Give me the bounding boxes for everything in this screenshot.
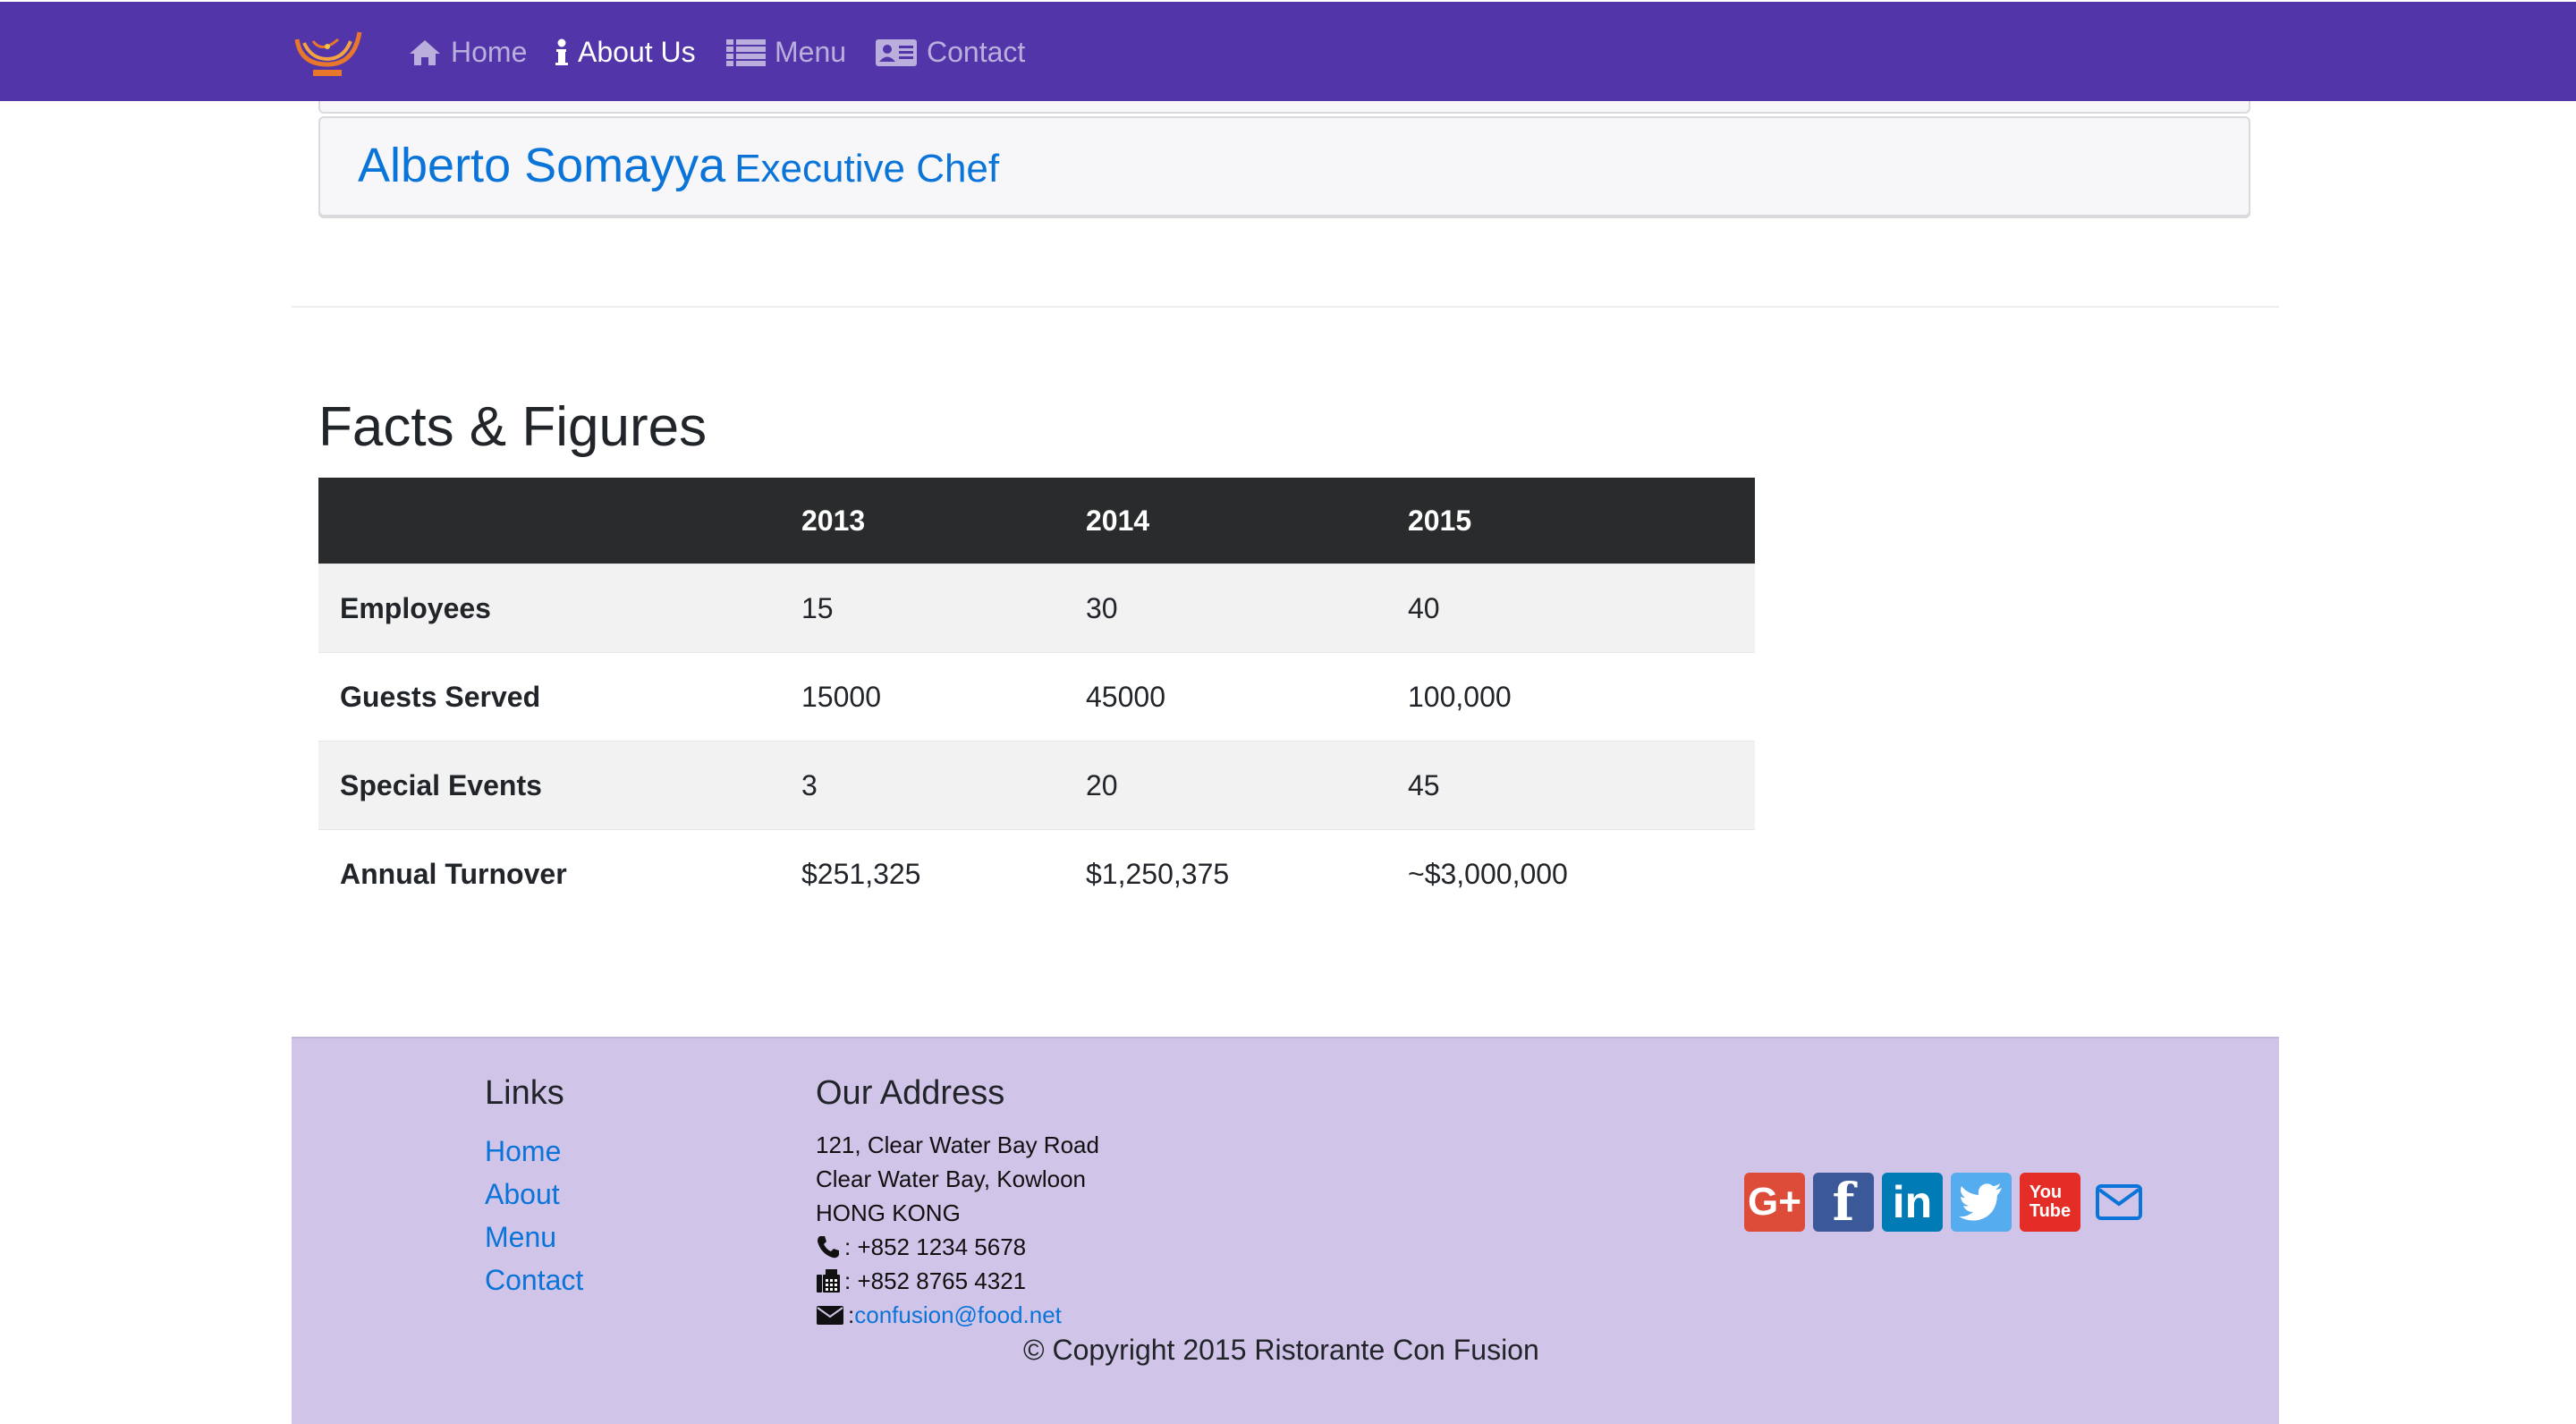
home-icon bbox=[410, 39, 440, 65]
row-label: Guests Served bbox=[318, 652, 780, 742]
table-cell: 15 bbox=[780, 564, 1064, 653]
twitter-icon bbox=[1959, 1183, 2002, 1221]
table-row: Special Events 3 20 45 bbox=[318, 741, 1755, 830]
facebook-button[interactable]: f bbox=[1813, 1172, 1874, 1233]
google-plus-button[interactable]: G+ bbox=[1744, 1173, 1805, 1232]
table-row: Guests Served 15000 45000 100,000 bbox=[318, 652, 1755, 742]
email-prefix: : bbox=[848, 1301, 855, 1328]
list-icon bbox=[726, 38, 766, 66]
envelope-icon bbox=[817, 1306, 843, 1325]
copyright-text: © Copyright 2015 Ristorante Con Fusion bbox=[1023, 1334, 1539, 1366]
footer-links-title: Links bbox=[485, 1074, 564, 1112]
nav-menu-label: Menu bbox=[775, 36, 847, 68]
table-header-row: 2013 2014 2015 bbox=[318, 478, 1755, 564]
nav-home[interactable]: Home bbox=[408, 2, 527, 103]
mail-icon bbox=[2096, 1184, 2142, 1220]
nav-about-us-label: About Us bbox=[578, 36, 696, 68]
google-plus-icon: G+ bbox=[1748, 1180, 1801, 1224]
table-row: Employees 15 30 40 bbox=[318, 564, 1755, 653]
previous-card-bottom bbox=[318, 101, 2250, 114]
address-card-icon bbox=[876, 38, 917, 66]
mail-button[interactable] bbox=[2089, 1173, 2149, 1232]
address-line: 121, Clear Water Bay Road bbox=[816, 1132, 1099, 1158]
footer-link-about[interactable]: About bbox=[485, 1178, 560, 1210]
table-cell: $1,250,375 bbox=[1064, 829, 1386, 918]
info-icon bbox=[555, 38, 568, 65]
footer-address-title: Our Address bbox=[816, 1074, 1005, 1112]
table-header-cell bbox=[318, 478, 780, 564]
chef-title: Executive Chef bbox=[734, 147, 1000, 191]
table-header-cell: 2014 bbox=[1064, 478, 1386, 564]
navbar: Home About Us Menu Contact bbox=[0, 0, 2576, 101]
youtube-icon: You Tube bbox=[2029, 1182, 2072, 1221]
facts-title: Facts & Figures bbox=[318, 396, 708, 458]
linkedin-button[interactable]: in bbox=[1882, 1173, 1943, 1232]
table-cell: 45000 bbox=[1064, 652, 1386, 742]
footer-link-menu[interactable]: Menu bbox=[485, 1221, 556, 1253]
list-item: Menu bbox=[485, 1216, 583, 1259]
restaurant-logo[interactable] bbox=[292, 23, 363, 82]
table-header-cell: 2015 bbox=[1386, 478, 1755, 564]
section-divider bbox=[292, 306, 2279, 308]
youtube-button[interactable]: You Tube bbox=[2020, 1173, 2080, 1232]
fax-icon bbox=[817, 1269, 840, 1293]
phone-line: : +852 1234 5678 bbox=[816, 1230, 1099, 1264]
footer: Links Home About Menu Contact Our Addres… bbox=[292, 1037, 2279, 1424]
table-cell: 100,000 bbox=[1386, 652, 1755, 742]
table-cell: 15000 bbox=[780, 652, 1064, 742]
chef-name: Alberto Somayya bbox=[358, 139, 726, 192]
list-item: Contact bbox=[485, 1259, 583, 1301]
row-label: Annual Turnover bbox=[318, 829, 780, 918]
nav-contact-label: Contact bbox=[927, 36, 1026, 68]
footer-links: Home About Menu Contact bbox=[485, 1130, 583, 1301]
phone-number: : +852 1234 5678 bbox=[844, 1233, 1027, 1260]
email-link[interactable]: confusion@food.net bbox=[854, 1298, 1062, 1332]
email-line: : confusion@food.net bbox=[816, 1298, 1099, 1332]
table-row: Annual Turnover $251,325 $1,250,375 ~$3,… bbox=[318, 829, 1755, 918]
nav-menu[interactable]: Menu bbox=[726, 2, 846, 103]
phone-icon bbox=[818, 1236, 839, 1259]
footer-link-home[interactable]: Home bbox=[485, 1135, 561, 1167]
nav-home-label: Home bbox=[451, 36, 528, 68]
address-line: HONG KONG bbox=[816, 1199, 961, 1226]
table-cell: ~$3,000,000 bbox=[1386, 829, 1755, 918]
social-links: G+ f in You Tube bbox=[1744, 1172, 2157, 1233]
nav-contact[interactable]: Contact bbox=[875, 2, 1025, 103]
row-label: Employees bbox=[318, 564, 780, 653]
facts-table: 2013 2014 2015 Employees 15 30 40 Guests… bbox=[318, 478, 1755, 918]
table-cell: 45 bbox=[1386, 741, 1755, 830]
row-label: Special Events bbox=[318, 741, 780, 830]
table-cell: 30 bbox=[1064, 564, 1386, 653]
address-line: Clear Water Bay, Kowloon bbox=[816, 1165, 1087, 1192]
table-cell: 20 bbox=[1064, 741, 1386, 830]
table-cell: 40 bbox=[1386, 564, 1755, 653]
chef-heading: Alberto Somayya Executive Chef bbox=[358, 138, 999, 193]
list-item: Home bbox=[485, 1130, 583, 1173]
footer-link-contact[interactable]: Contact bbox=[485, 1264, 583, 1296]
facebook-icon: f bbox=[1832, 1172, 1855, 1233]
fax-number: : +852 8765 4321 bbox=[844, 1267, 1027, 1294]
address-block: 121, Clear Water Bay Road Clear Water Ba… bbox=[816, 1128, 1099, 1332]
linkedin-icon: in bbox=[1892, 1177, 1933, 1227]
nav-about-us[interactable]: About Us bbox=[555, 2, 696, 103]
fax-line: : +852 8765 4321 bbox=[816, 1264, 1099, 1298]
twitter-button[interactable] bbox=[1951, 1173, 2012, 1232]
table-cell: 3 bbox=[780, 741, 1064, 830]
table-cell: $251,325 bbox=[780, 829, 1064, 918]
table-header-cell: 2013 bbox=[780, 478, 1064, 564]
list-item: About bbox=[485, 1173, 583, 1216]
chef-card: Alberto Somayya Executive Chef bbox=[318, 116, 2250, 216]
